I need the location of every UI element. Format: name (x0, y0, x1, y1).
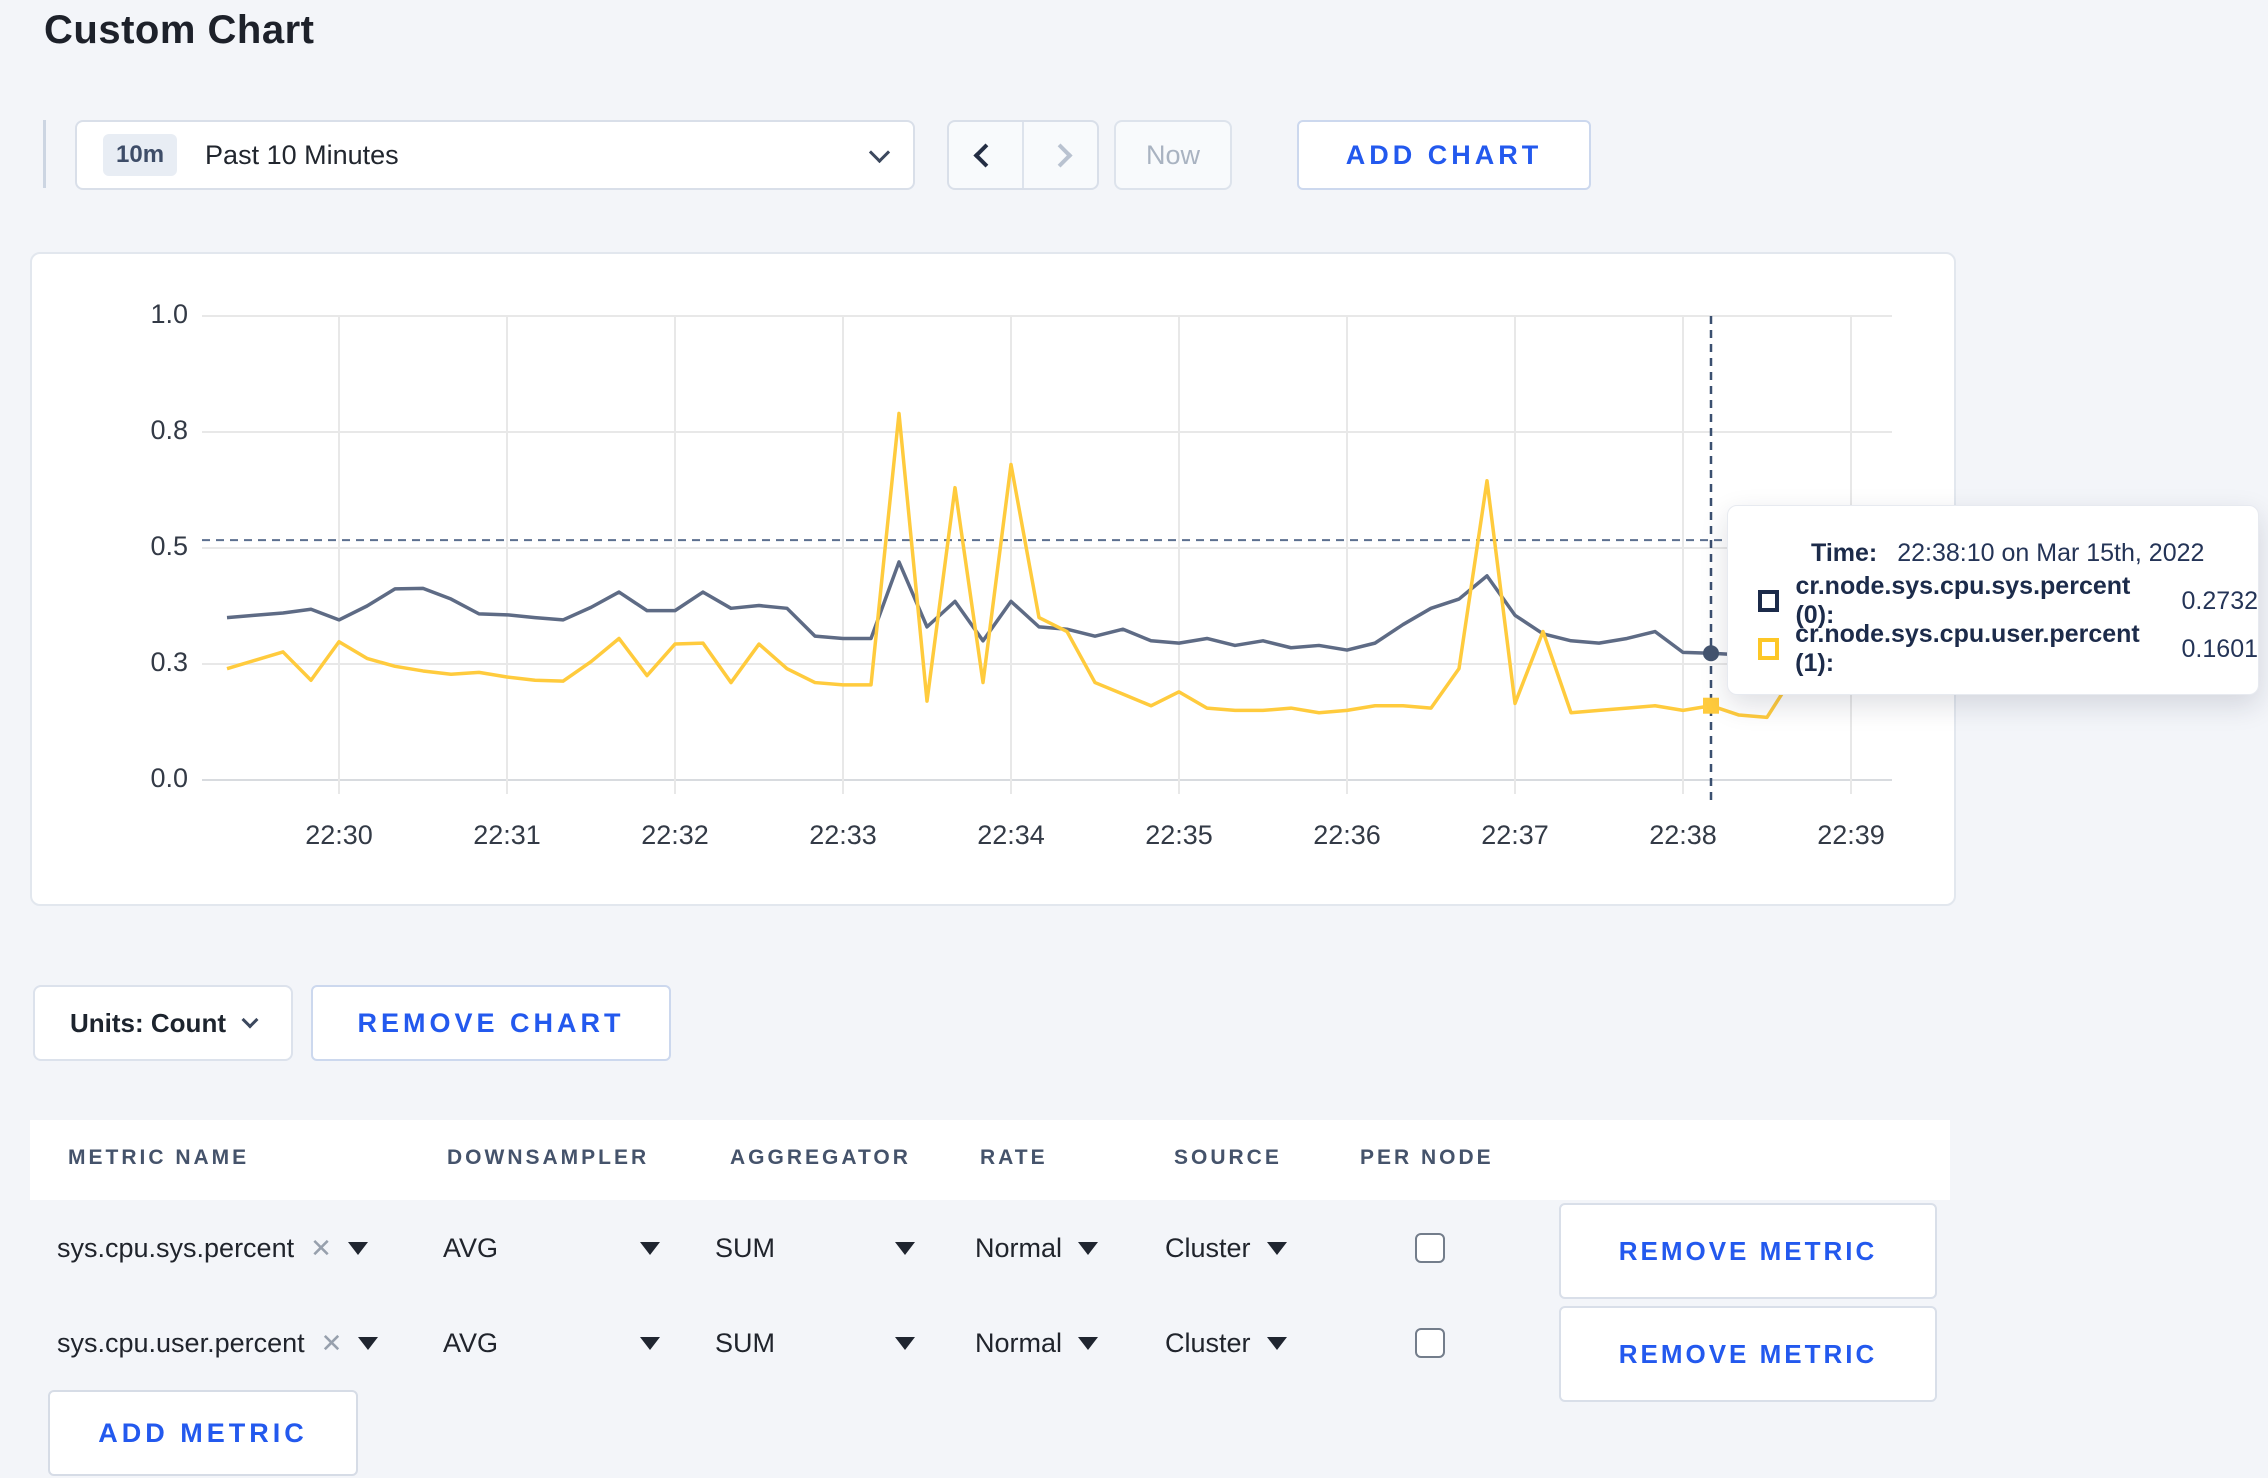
add-chart-button[interactable]: ADD CHART (1297, 120, 1591, 190)
col-header-aggregator: AGGREGATOR (730, 1146, 911, 1169)
downsampler-value: AVG (443, 1327, 499, 1358)
aggregator-value: SUM (715, 1327, 775, 1358)
tooltip-series-label: cr.node.sys.cpu.user.percent (1): (1795, 620, 2140, 677)
metric-name-select[interactable]: sys.cpu.sys.percent ✕ (57, 1200, 368, 1296)
col-header-per-node: PER NODE (1360, 1146, 1494, 1169)
source-select[interactable]: Cluster (1165, 1295, 1287, 1391)
y-axis-tick-label: 0.3 (150, 647, 188, 677)
caret-down-icon[interactable] (895, 1200, 915, 1296)
now-button[interactable]: Now (1114, 120, 1232, 190)
caret-down-icon (347, 1241, 368, 1255)
downsampler-select[interactable]: AVG (443, 1295, 498, 1391)
x-icon[interactable]: ✕ (310, 1233, 332, 1264)
metrics-table-header: METRIC NAME DOWNSAMPLER AGGREGATOR RATE … (30, 1120, 1950, 1200)
x-axis-tick-label: 22:37 (1481, 820, 1549, 850)
add-metric-button[interactable]: ADD METRIC (48, 1390, 358, 1476)
x-axis-tick-label: 22:36 (1313, 820, 1381, 850)
tooltip-series-value: 0.1601 (2181, 634, 2258, 663)
tooltip-series-value: 0.2732 (2181, 586, 2258, 615)
source-value: Cluster (1165, 1327, 1251, 1358)
sys-series-swatch-icon (1758, 590, 1780, 612)
tooltip-series-row: cr.node.sys.cpu.user.percent (1): 0.1601 (1758, 620, 2258, 677)
caret-down-icon[interactable] (895, 1295, 915, 1391)
page-title: Custom Chart (44, 8, 315, 52)
units-label: Units: Count (70, 1007, 226, 1038)
chevron-down-icon (241, 1011, 259, 1029)
chart-tooltip: Time: 22:38:10 on Mar 15th, 2022 cr.node… (1727, 505, 2259, 695)
toolbar-divider (43, 120, 46, 188)
source-select[interactable]: Cluster (1165, 1200, 1287, 1296)
source-value: Cluster (1165, 1232, 1251, 1263)
y-axis-tick-label: 0.8 (150, 415, 188, 445)
caret-down-icon[interactable] (640, 1200, 660, 1296)
prev-range-button[interactable] (949, 122, 1022, 188)
remove-metric-button[interactable]: REMOVE METRIC (1559, 1306, 1937, 1402)
x-axis-tick-label: 22:39 (1817, 820, 1885, 850)
y-axis-tick-label: 0.0 (150, 763, 188, 793)
tooltip-time-row: Time: 22:38:10 on Mar 15th, 2022 (1758, 533, 2258, 573)
units-select[interactable]: Units: Count (33, 985, 293, 1061)
x-icon[interactable]: ✕ (321, 1328, 343, 1359)
metric-name-label: sys.cpu.sys.percent (57, 1232, 295, 1263)
tooltip-time-label: Time: (1811, 538, 1878, 567)
aggregator-select[interactable]: SUM (715, 1295, 775, 1391)
rate-select[interactable]: Normal (975, 1295, 1099, 1391)
chevron-right-icon (1048, 142, 1073, 168)
y-axis-tick-label: 1.0 (150, 299, 188, 329)
rate-select[interactable]: Normal (975, 1200, 1099, 1296)
time-range-badge: 10m (103, 134, 178, 176)
downsampler-select[interactable]: AVG (443, 1200, 498, 1296)
col-header-downsampler: DOWNSAMPLER (447, 1146, 650, 1169)
rate-value: Normal (975, 1232, 1063, 1263)
x-axis-tick-label: 22:33 (809, 820, 877, 850)
rate-value: Normal (975, 1327, 1063, 1358)
per-node-checkbox[interactable] (1415, 1233, 1445, 1263)
next-range-button[interactable] (1022, 122, 1097, 188)
chart-svg[interactable] (32, 254, 1954, 904)
x-axis-tick-label: 22:38 (1649, 820, 1717, 850)
col-header-source: SOURCE (1174, 1146, 1282, 1169)
remove-chart-button[interactable]: REMOVE CHART (311, 985, 671, 1061)
x-axis-tick-label: 22:32 (641, 820, 709, 850)
x-axis-tick-label: 22:34 (977, 820, 1045, 850)
chart-card: 0.0 0.3 0.5 0.8 1.0 22:30 22:31 22:32 22:33 22:34… (30, 252, 1956, 906)
col-header-metric-name: METRIC NAME (68, 1146, 250, 1169)
aggregator-select[interactable]: SUM (715, 1200, 775, 1296)
chevron-left-icon (973, 142, 998, 168)
tooltip-time-value: 22:38:10 on Mar 15th, 2022 (1897, 538, 2205, 567)
caret-down-icon[interactable] (640, 1295, 660, 1391)
time-range-label: Past 10 Minutes (205, 139, 399, 170)
downsampler-value: AVG (443, 1232, 499, 1263)
x-axis-tick-label: 22:30 (305, 820, 373, 850)
caret-down-icon (358, 1336, 379, 1350)
metric-name-label: sys.cpu.user.percent (57, 1327, 305, 1358)
per-node-checkbox[interactable] (1415, 1328, 1445, 1358)
user-series-swatch-icon (1758, 638, 1780, 660)
col-header-rate: RATE (980, 1146, 1048, 1169)
y-axis-tick-label: 0.5 (150, 531, 188, 561)
remove-metric-button[interactable]: REMOVE METRIC (1559, 1203, 1937, 1299)
aggregator-value: SUM (715, 1232, 775, 1263)
time-pager (947, 120, 1099, 190)
x-axis-tick-label: 22:31 (473, 820, 541, 850)
time-range-select[interactable]: 10m Past 10 Minutes (75, 120, 915, 190)
metric-name-select[interactable]: sys.cpu.user.percent ✕ (57, 1295, 379, 1391)
chevron-down-icon (868, 141, 891, 163)
x-axis-tick-label: 22:35 (1145, 820, 1213, 850)
tooltip-series-row: cr.node.sys.cpu.sys.percent (0): 0.2732 (1758, 572, 2258, 629)
